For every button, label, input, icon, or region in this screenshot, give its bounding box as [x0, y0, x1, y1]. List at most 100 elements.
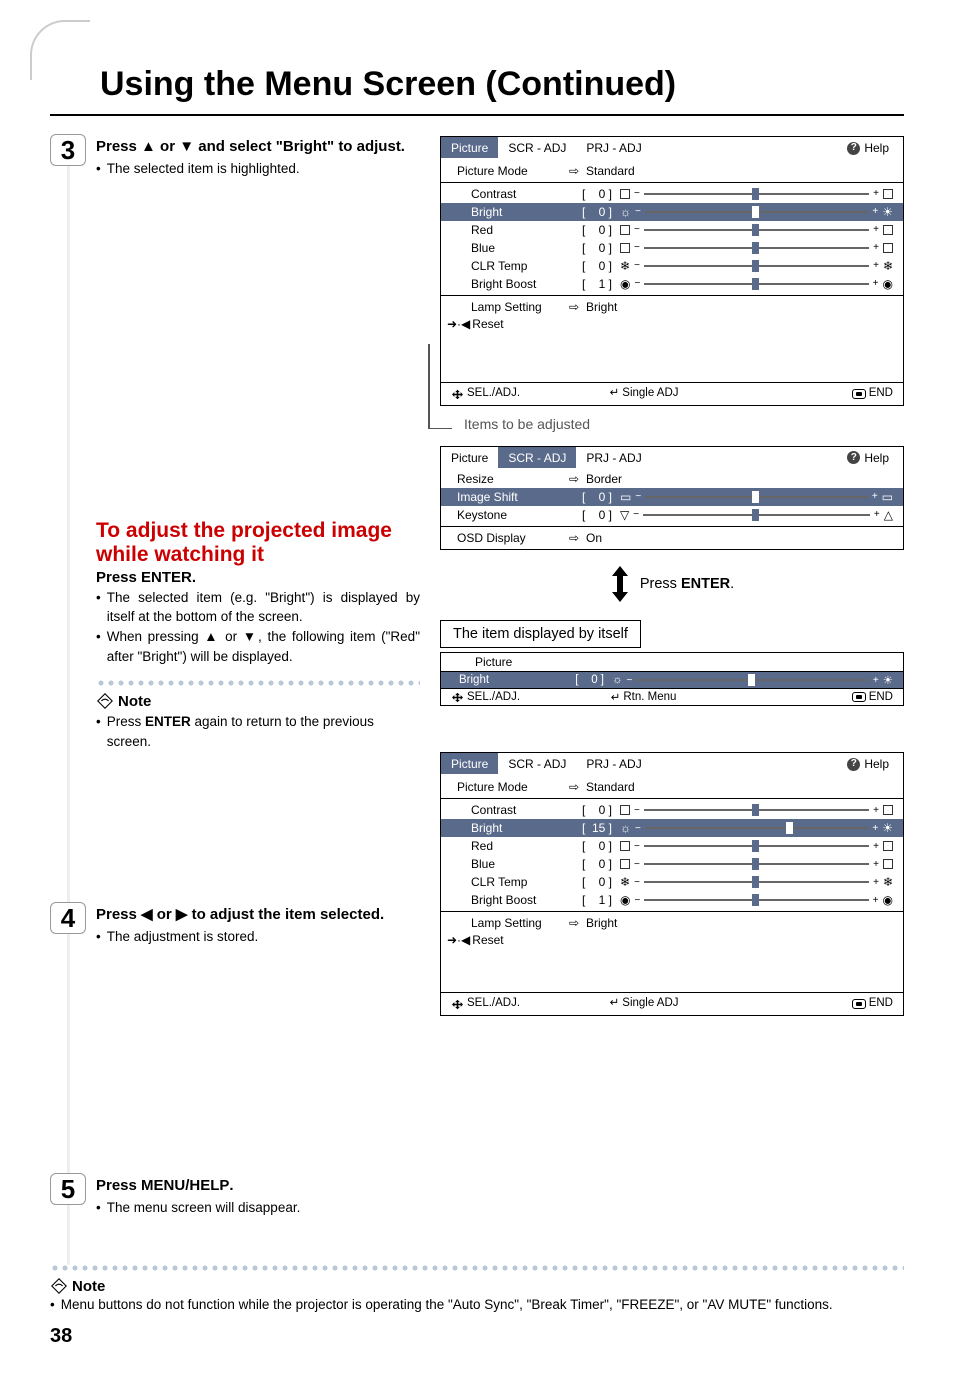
- shift-icon: ▭: [882, 489, 893, 505]
- step5-bullet1: The menu screen will disappear.: [107, 1198, 301, 1218]
- item-by-itself-label: The item displayed by itself: [440, 620, 641, 648]
- osd-panel-1: Picture SCR - ADJ PRJ - ADJ ?Help Pictur…: [440, 136, 904, 406]
- osd3-tab: Picture: [461, 653, 526, 671]
- osd1-lamp-val: Bright: [586, 299, 893, 315]
- slider: [644, 188, 869, 200]
- sun-bright-icon: ☀: [882, 204, 893, 220]
- osd-panel-2: Picture SCR - ADJ PRJ - ADJ ?Help Resize…: [440, 446, 904, 550]
- content-columns: 3 Press ▲ or ▼ and select "Bright" to ad…: [50, 136, 904, 1235]
- help-icon: ?: [847, 758, 860, 771]
- sun-dim-icon: ☼: [620, 204, 631, 220]
- osd1-boost-lbl: Bright Boost: [457, 276, 562, 292]
- press-enter-indicator: Press ENTER.: [440, 566, 904, 602]
- plus-icon: [883, 189, 893, 199]
- sun-dim-icon: ☼: [612, 674, 623, 686]
- osd1-lamp-lbl: Lamp Setting: [457, 299, 562, 315]
- left-column: 3 Press ▲ or ▼ and select "Bright" to ad…: [50, 136, 420, 1235]
- osd1-red-lbl: Red: [457, 222, 562, 238]
- osd-panel-4: Picture SCR - ADJ PRJ - ADJ ?Help Pictur…: [440, 752, 904, 1016]
- page-number: 38: [50, 1325, 904, 1348]
- right-column: Picture SCR - ADJ PRJ - ADJ ?Help Pictur…: [440, 136, 904, 1235]
- sun-dim-icon: ☼: [620, 820, 631, 836]
- osd4-tab-prj: PRJ - ADJ: [576, 753, 651, 774]
- osd2-tab-help: ?Help: [837, 447, 903, 468]
- dots-separator-full: [50, 1263, 904, 1273]
- note-label: Note: [96, 692, 420, 710]
- leader-line-h: [428, 428, 452, 430]
- osd2-tab-scr: SCR - ADJ: [498, 447, 576, 468]
- bottom-note-text: Menu buttons do not function while the p…: [50, 1295, 904, 1315]
- title-rule: [50, 114, 904, 116]
- osd4-tab-help: ?Help: [837, 753, 903, 774]
- osd1-blue-lbl: Blue: [457, 240, 562, 256]
- osd2-key-lbl: Keystone: [457, 507, 562, 523]
- step4-heading: Press ◀ or ▶ to adjust the item selected…: [96, 904, 420, 925]
- osd2-body: Resize⇨Border Image Shift[ 0 ]▭−+▭ Keyst…: [441, 468, 903, 549]
- osd1-tab-picture: Picture: [441, 137, 498, 158]
- enter-arrow-icon: ↵: [611, 690, 621, 704]
- step-number-5: 5: [50, 1173, 86, 1205]
- step3-press-enter: Press ENTER.: [96, 569, 420, 586]
- osd4-tab-scr: SCR - ADJ: [498, 753, 576, 774]
- osd2-resize-val: Border: [586, 471, 893, 487]
- osd-panel-3: Picture Bright[ 0 ]☼−+☀ SEL./ADJ. ↵Rtn. …: [440, 652, 904, 706]
- slider: [645, 206, 869, 218]
- osd1-tab-help: ?Help: [837, 137, 903, 158]
- osd1-body: Picture Mode⇨Standard Contrast[ 0 ]−+ Br…: [441, 158, 903, 382]
- osd1-tab-prj: PRJ - ADJ: [576, 137, 651, 158]
- corner-decor: [30, 20, 90, 80]
- step3-sub2: When pressing ▲ or ▼, the following item…: [107, 627, 420, 666]
- step5-body: The menu screen will disappear.: [96, 1198, 420, 1218]
- dots-separator: [96, 678, 420, 688]
- thermo-icon: ❄: [620, 258, 630, 274]
- step-3: 3 Press ▲ or ▼ and select "Bright" to ad…: [50, 136, 420, 886]
- step-number-3: 3: [50, 134, 86, 166]
- boost-icon: ◉: [620, 276, 630, 292]
- osd2-osd-lbl: OSD Display: [457, 530, 562, 546]
- updown-arrow-icon: [610, 566, 630, 602]
- page-title: Using the Menu Screen (Continued): [100, 65, 904, 104]
- step3-body: The selected item is highlighted.: [96, 159, 420, 179]
- note-icon: [96, 692, 114, 710]
- osd1-picmode-lbl: Picture Mode: [457, 163, 562, 179]
- osd1-footer: SEL./ADJ. ↵ Single ADJ END: [441, 382, 903, 405]
- osd1-bright-lbl: Bright: [457, 204, 562, 220]
- osd1-contrast-lbl: Contrast: [457, 186, 562, 202]
- step-number-4: 4: [50, 902, 86, 934]
- boost-icon: ◉: [883, 276, 893, 292]
- manual-page: Using the Menu Screen (Continued) 3 Pres…: [0, 0, 954, 1378]
- step4-body: The adjustment is stored.: [96, 927, 420, 947]
- dpad-icon: [451, 389, 464, 400]
- osd2-osd-val: On: [586, 530, 893, 546]
- help-icon: ?: [847, 142, 860, 155]
- osd2-tab-prj: PRJ - ADJ: [576, 447, 651, 468]
- osd2-resize-lbl: Resize: [457, 471, 562, 487]
- step-4: 4 Press ◀ or ▶ to adjust the item select…: [50, 904, 420, 1157]
- step3-heading: Press ▲ or ▼ and select "Bright" to adju…: [96, 136, 420, 157]
- reset-arrow-icon: ➜·◀: [447, 316, 470, 332]
- dpad-icon: [451, 999, 464, 1010]
- note-icon: [50, 1277, 68, 1295]
- step3-note-text: Press ENTER again to return to the previ…: [107, 712, 420, 751]
- osd2-shift-lbl: Image Shift: [457, 489, 562, 505]
- step3-sub1: The selected item (e.g. "Bright") is dis…: [107, 588, 420, 627]
- step3-sub-body: The selected item (e.g. "Bright") is dis…: [96, 588, 420, 666]
- keystone-up-icon: △: [884, 507, 893, 523]
- step-5: 5 Press MENU/HELP. The menu screen will …: [50, 1175, 420, 1218]
- osd1-tab-scr: SCR - ADJ: [498, 137, 576, 158]
- leader-line: [428, 344, 430, 428]
- osd1-tabs: Picture SCR - ADJ PRJ - ADJ ?Help: [441, 137, 903, 158]
- step3-red-heading: To adjust the projected image while watc…: [96, 519, 420, 567]
- osd2-tab-picture: Picture: [441, 447, 498, 468]
- enter-arrow-icon: ↵: [610, 386, 620, 402]
- help-icon: ?: [847, 451, 860, 464]
- osd1-clr-lbl: CLR Temp: [457, 258, 562, 274]
- osd3-bright-lbl: Bright: [459, 674, 554, 686]
- osd4-body: Picture Mode⇨Standard Contrast[ 0 ]−+ Br…: [441, 774, 903, 992]
- osd1-picmode-val: Standard: [586, 163, 893, 179]
- step3-note-body: Press ENTER again to return to the previ…: [96, 712, 420, 751]
- sun-bright-icon: ☀: [882, 820, 893, 836]
- shift-icon: ▭: [620, 489, 631, 505]
- sun-bright-icon: ☀: [883, 673, 893, 687]
- bottom-note-label: Note: [50, 1277, 904, 1295]
